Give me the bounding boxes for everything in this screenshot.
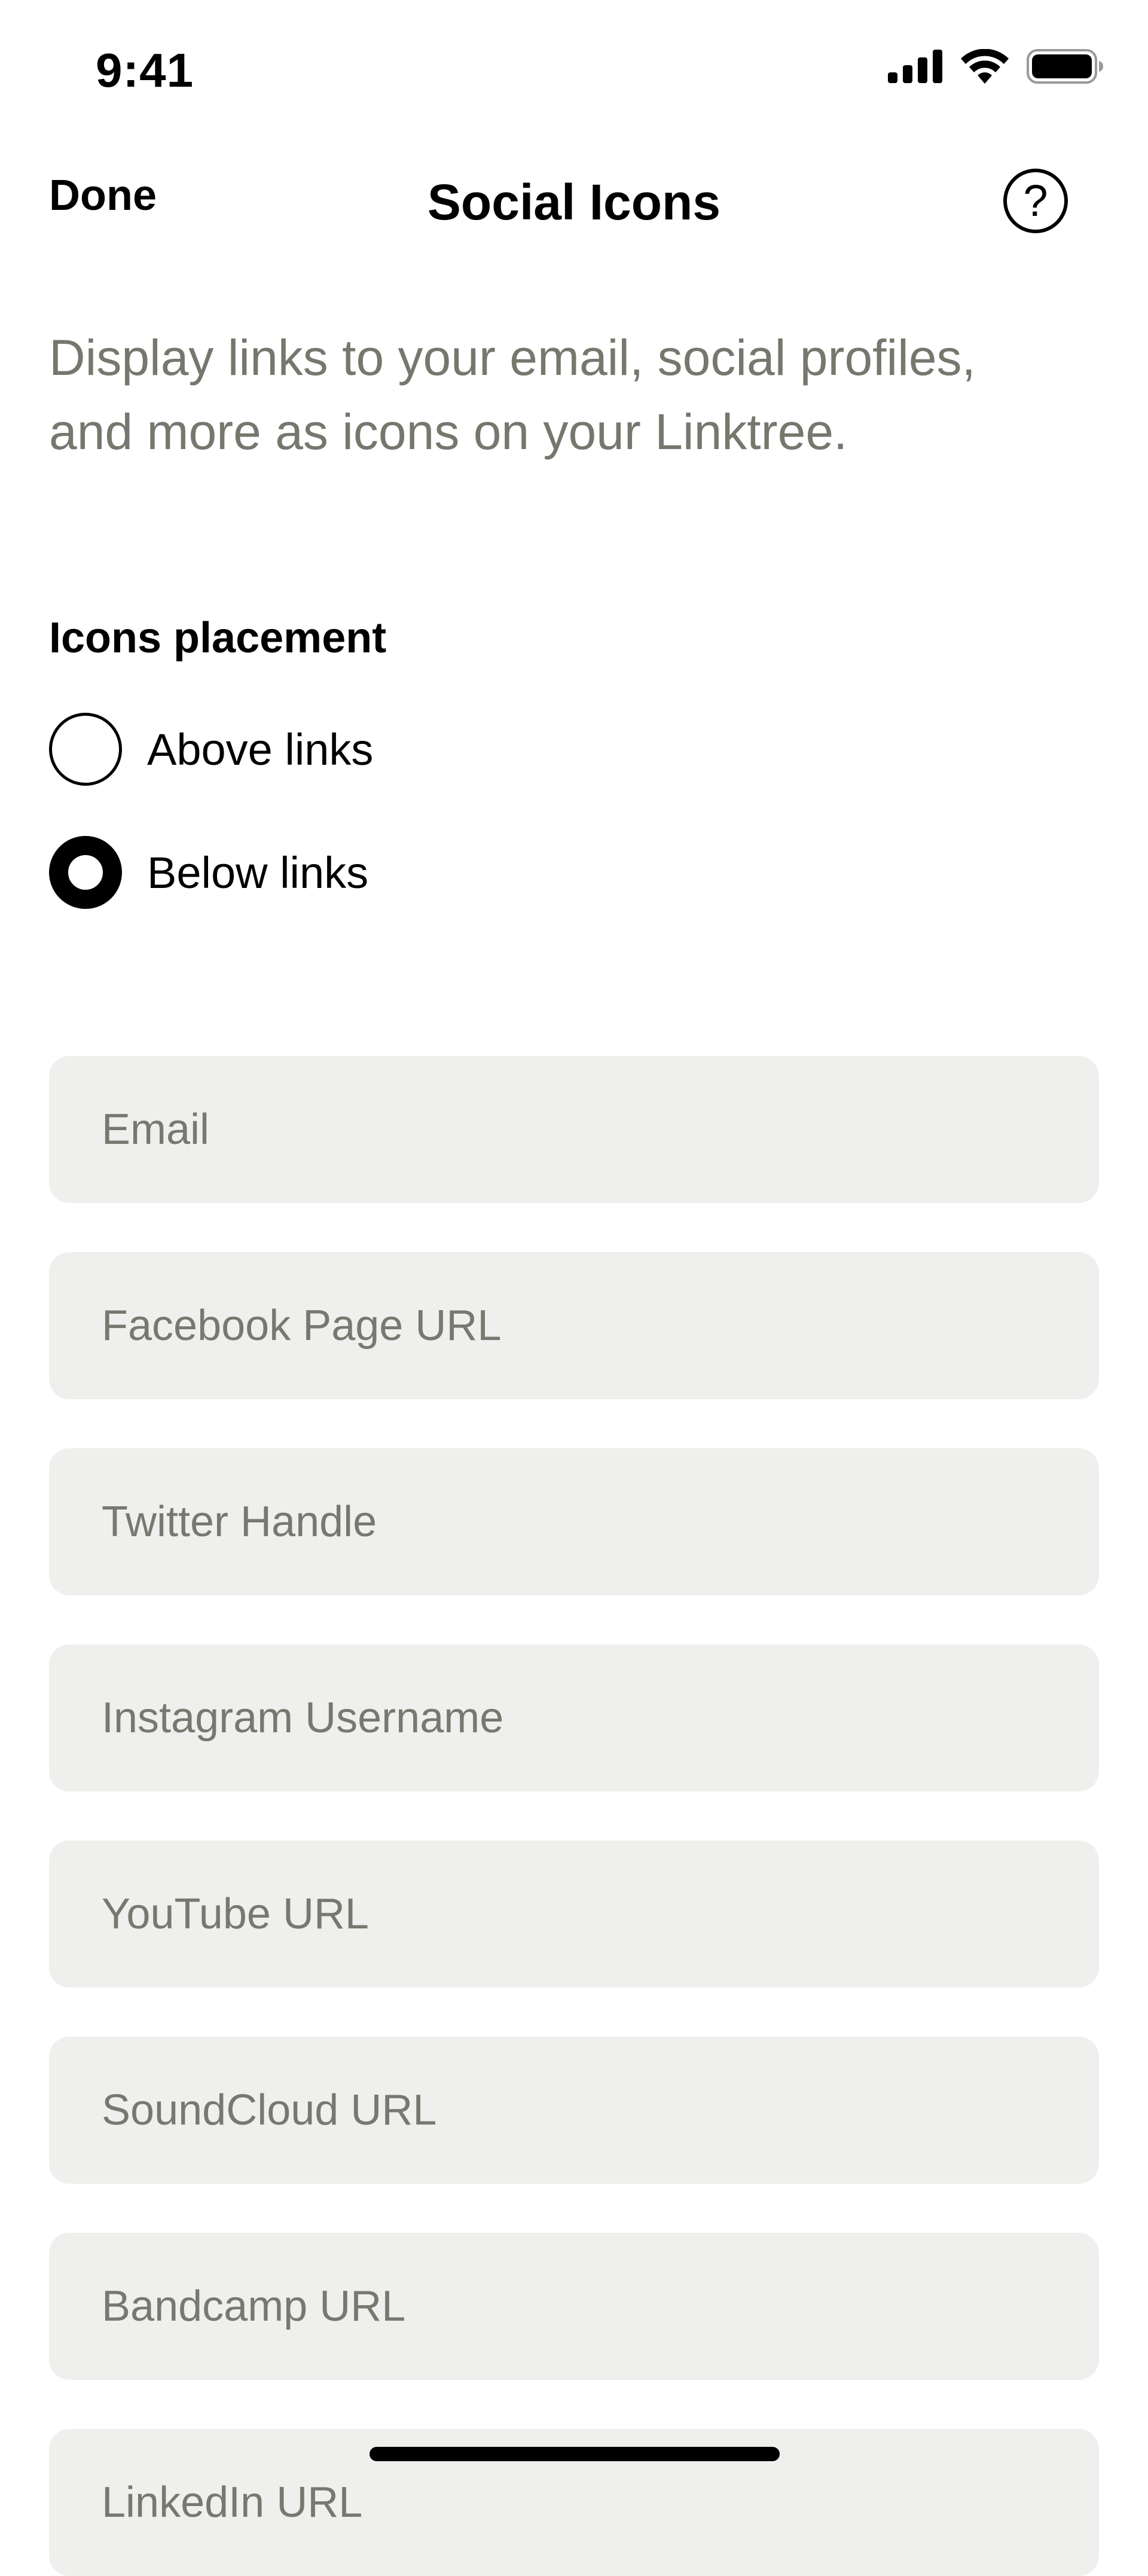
status-icons xyxy=(888,49,1103,84)
radio-option-above-links[interactable]: Above links xyxy=(49,713,373,786)
page-description: Display links to your email, social prof… xyxy=(49,329,976,460)
status-bar: 9:41 xyxy=(0,0,1148,138)
status-time: 9:41 xyxy=(96,44,194,97)
instagram-username-input[interactable] xyxy=(102,1693,1099,1742)
battery-icon xyxy=(1027,49,1103,84)
twitter-handle-field[interactable] xyxy=(49,1448,1099,1595)
help-icon: ? xyxy=(1023,176,1048,225)
radio-selected-icon[interactable] xyxy=(49,836,122,909)
soundcloud-url-input[interactable] xyxy=(102,2086,1099,2135)
facebook-page-url-field[interactable] xyxy=(49,1252,1099,1399)
soundcloud-url-field[interactable] xyxy=(49,2037,1099,2184)
radio-unselected-icon[interactable] xyxy=(49,713,122,786)
email-input[interactable] xyxy=(102,1105,1099,1154)
youtube-url-input[interactable] xyxy=(102,1890,1099,1939)
icons-placement-label: Icons placement xyxy=(49,614,387,662)
twitter-handle-input[interactable] xyxy=(102,1497,1099,1546)
email-field[interactable] xyxy=(49,1056,1099,1203)
bandcamp-url-field[interactable] xyxy=(49,2233,1099,2380)
youtube-url-field[interactable] xyxy=(49,1841,1099,1988)
page-title: Social Icons xyxy=(427,174,721,230)
facebook-page-url-input[interactable] xyxy=(102,1301,1099,1350)
radio-option-below-links[interactable]: Below links xyxy=(49,836,368,909)
radio-label-above-links: Above links xyxy=(147,724,374,774)
home-indicator[interactable] xyxy=(370,2447,780,2461)
linkedin-url-input[interactable] xyxy=(102,2478,1099,2527)
wifi-icon xyxy=(961,49,1009,84)
cellular-signal-icon xyxy=(888,50,943,83)
instagram-username-field[interactable] xyxy=(49,1644,1099,1791)
radio-label-below-links: Below links xyxy=(147,847,369,898)
help-button[interactable]: ? xyxy=(1003,169,1068,233)
bandcamp-url-input[interactable] xyxy=(102,2282,1099,2331)
